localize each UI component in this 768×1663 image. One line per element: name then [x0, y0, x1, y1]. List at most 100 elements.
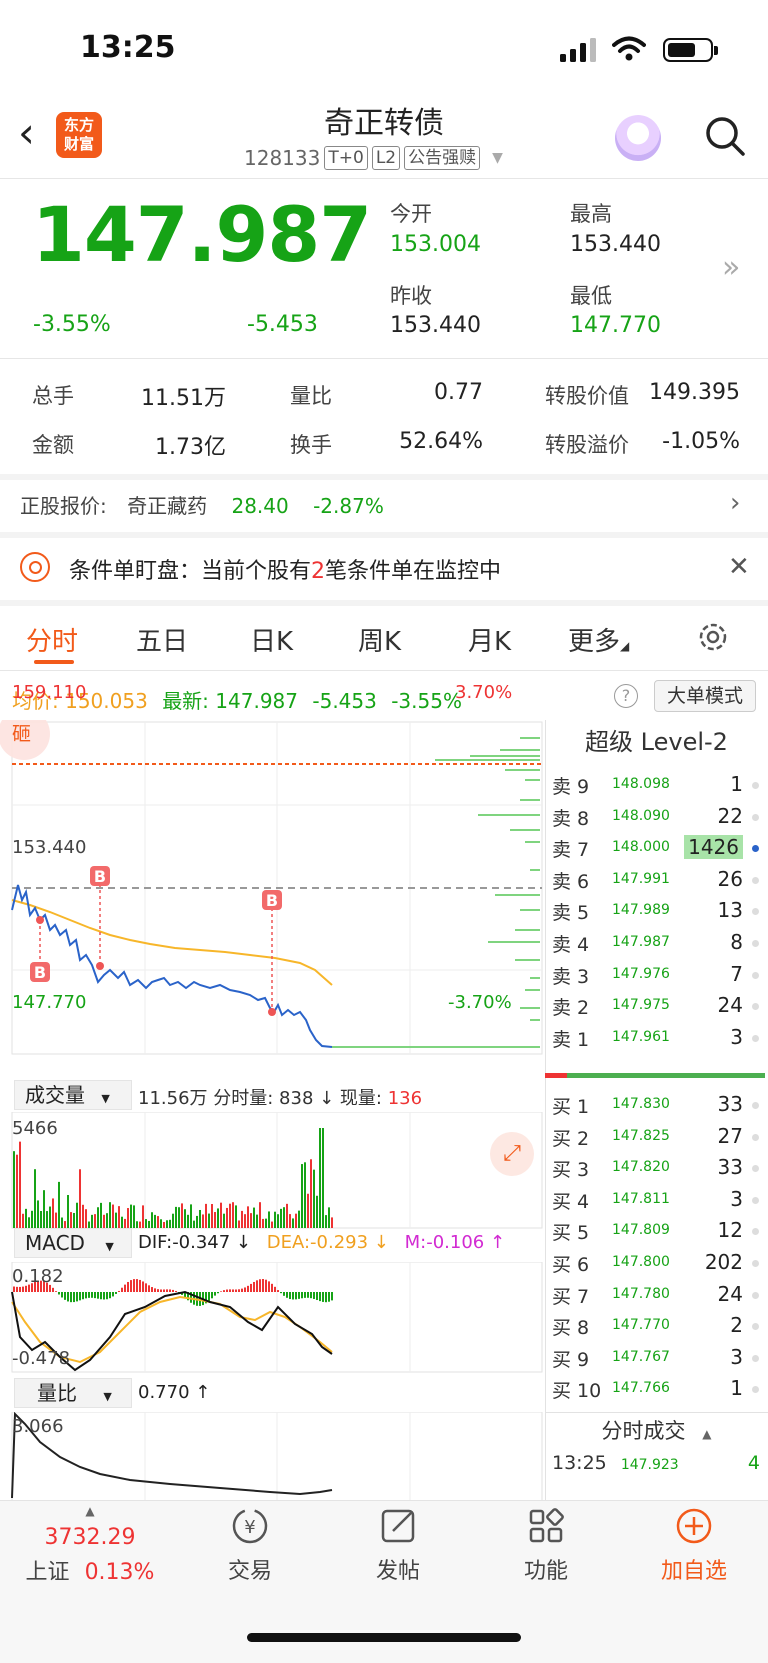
premium-value: -1.05%	[662, 429, 740, 454]
volume-total: 11.56万	[138, 1088, 208, 1109]
level-label: 卖 7	[552, 839, 590, 862]
volume-bar	[100, 1202, 102, 1228]
change-amount: -5.453	[247, 312, 318, 337]
tab-intraday[interactable]: 分时	[26, 621, 78, 658]
macd-chart	[11, 1262, 543, 1373]
gear-icon[interactable]	[696, 620, 730, 654]
macd-bar	[217, 1292, 219, 1294]
macd-bar	[58, 1292, 60, 1295]
tag-announcement: 公告强赎	[404, 146, 481, 170]
add-watchlist-button[interactable]: 加自选	[624, 1505, 764, 1585]
tab-active-indicator	[34, 660, 74, 664]
macd-bar	[253, 1281, 255, 1292]
ratio-info-value: 0.770 ↑	[138, 1382, 211, 1403]
level-dot	[752, 1034, 759, 1042]
macd-bar	[16, 1286, 18, 1292]
close-icon[interactable]: ✕	[728, 552, 750, 582]
volume-max-label: 5466	[12, 1118, 58, 1139]
dropdown-icon: ▼	[105, 1240, 114, 1253]
volume-bar	[106, 1213, 108, 1228]
bid-row: 买 7 147.780 24	[550, 1280, 765, 1312]
level-dot	[752, 1133, 759, 1141]
level-volume: 3	[730, 1186, 743, 1211]
macd-bar	[154, 1288, 156, 1292]
volume-bar	[283, 1207, 285, 1228]
macd-bar	[103, 1292, 105, 1300]
macd-bar	[106, 1292, 108, 1300]
macd-bar	[94, 1292, 96, 1299]
macd-top-label: 0.182	[12, 1266, 64, 1287]
volume-bar	[310, 1159, 312, 1228]
search-icon[interactable]	[704, 115, 746, 157]
buy-marker-label: B	[34, 963, 46, 982]
tab-monthly-k[interactable]: 月K	[468, 621, 511, 658]
tab-weekly-k[interactable]: 周K	[358, 621, 401, 658]
level-volume: 24	[717, 1281, 743, 1306]
macd-bar	[268, 1281, 270, 1292]
level-volume: 33	[717, 1155, 743, 1180]
macd-bar	[145, 1283, 147, 1292]
volume-bar	[268, 1211, 270, 1228]
trade-button[interactable]: ¥ 交易	[180, 1505, 320, 1585]
ask-row: 卖 6 147.991 26	[550, 865, 765, 897]
fullscreen-icon[interactable]: ⤢	[490, 1132, 534, 1176]
condition-count: 2	[311, 559, 326, 584]
tick-row: 13:25 147.923 4	[552, 1452, 760, 1474]
volume-value: 11.51万	[141, 386, 226, 411]
ratio-indicator-select[interactable]: 量比 ▼	[14, 1378, 132, 1408]
chevron-right-icon[interactable]: ›	[730, 488, 740, 518]
volume-bar	[79, 1169, 81, 1228]
level-volume: 8	[730, 930, 743, 954]
level-dot	[752, 1354, 759, 1362]
macd-bar	[247, 1285, 249, 1292]
volume-bar	[94, 1214, 96, 1228]
tab-five-day[interactable]: 五日	[136, 621, 188, 658]
dropdown-icon: ▼	[492, 150, 503, 166]
help-icon[interactable]: ?	[614, 684, 638, 708]
macd-bar	[238, 1289, 240, 1292]
index-ticker[interactable]: ▲ 3732.29 上证 0.13%	[20, 1505, 160, 1586]
big-order-mode-button[interactable]: 大单模式	[654, 680, 756, 712]
volume-bar	[46, 1211, 48, 1228]
macd-bar	[313, 1292, 315, 1299]
tab-more[interactable]: 更多◢	[568, 621, 629, 658]
volume-bar	[232, 1202, 234, 1228]
volume-bar	[298, 1210, 300, 1228]
ticks-header[interactable]: 分时成交 ▲	[545, 1415, 768, 1445]
function-button[interactable]: 功能	[476, 1505, 616, 1585]
level-label: 卖 6	[552, 870, 590, 893]
volume-bar	[55, 1212, 57, 1228]
add-watchlist-label: 加自选	[660, 1559, 727, 1584]
divider	[0, 670, 768, 671]
volume-bar	[193, 1220, 195, 1228]
tab-more-label: 更多	[568, 627, 621, 657]
assistant-avatar-icon[interactable]	[615, 115, 661, 161]
stock-code-row[interactable]: 128133 T+0 L2 公告强赎 ▼	[244, 146, 503, 170]
volume-bar	[244, 1214, 246, 1228]
underlying-price: 28.40	[231, 494, 289, 518]
level-volume: 3	[730, 1344, 743, 1369]
condition-banner-text[interactable]: 条件单盯盘：当前个股有2笔条件单在监控中	[69, 553, 501, 585]
macd-indicator-select[interactable]: MACD ▼	[14, 1228, 132, 1258]
volume-bar	[166, 1220, 168, 1228]
tick-time: 13:25	[552, 1452, 607, 1474]
level-price: 147.825	[612, 1127, 670, 1144]
volume-bar	[28, 1217, 30, 1228]
level-price: 147.989	[612, 902, 670, 919]
volume-indicator-select[interactable]: 成交量 ▼	[14, 1080, 132, 1110]
volume-bar	[247, 1206, 249, 1228]
underlying-stock-row[interactable]: 正股报价: 奇正藏药 28.40 -2.87%	[20, 490, 384, 519]
volume-bar	[163, 1221, 165, 1228]
expand-quote-icon[interactable]: »	[722, 250, 740, 285]
post-button[interactable]: 发帖	[328, 1505, 468, 1585]
level-label: 买 6	[552, 1254, 590, 1276]
y-axis-bottom-pct: -3.70%	[448, 992, 512, 1013]
volume-bar	[322, 1128, 324, 1228]
level-volume: 33	[717, 1092, 743, 1116]
tab-daily-k[interactable]: 日K	[250, 621, 293, 658]
macd-bar	[232, 1289, 234, 1292]
volume-bar	[229, 1203, 231, 1228]
volume-bar	[307, 1193, 309, 1228]
level-volume: 1	[730, 772, 743, 796]
last-price: 147.987	[32, 190, 372, 279]
